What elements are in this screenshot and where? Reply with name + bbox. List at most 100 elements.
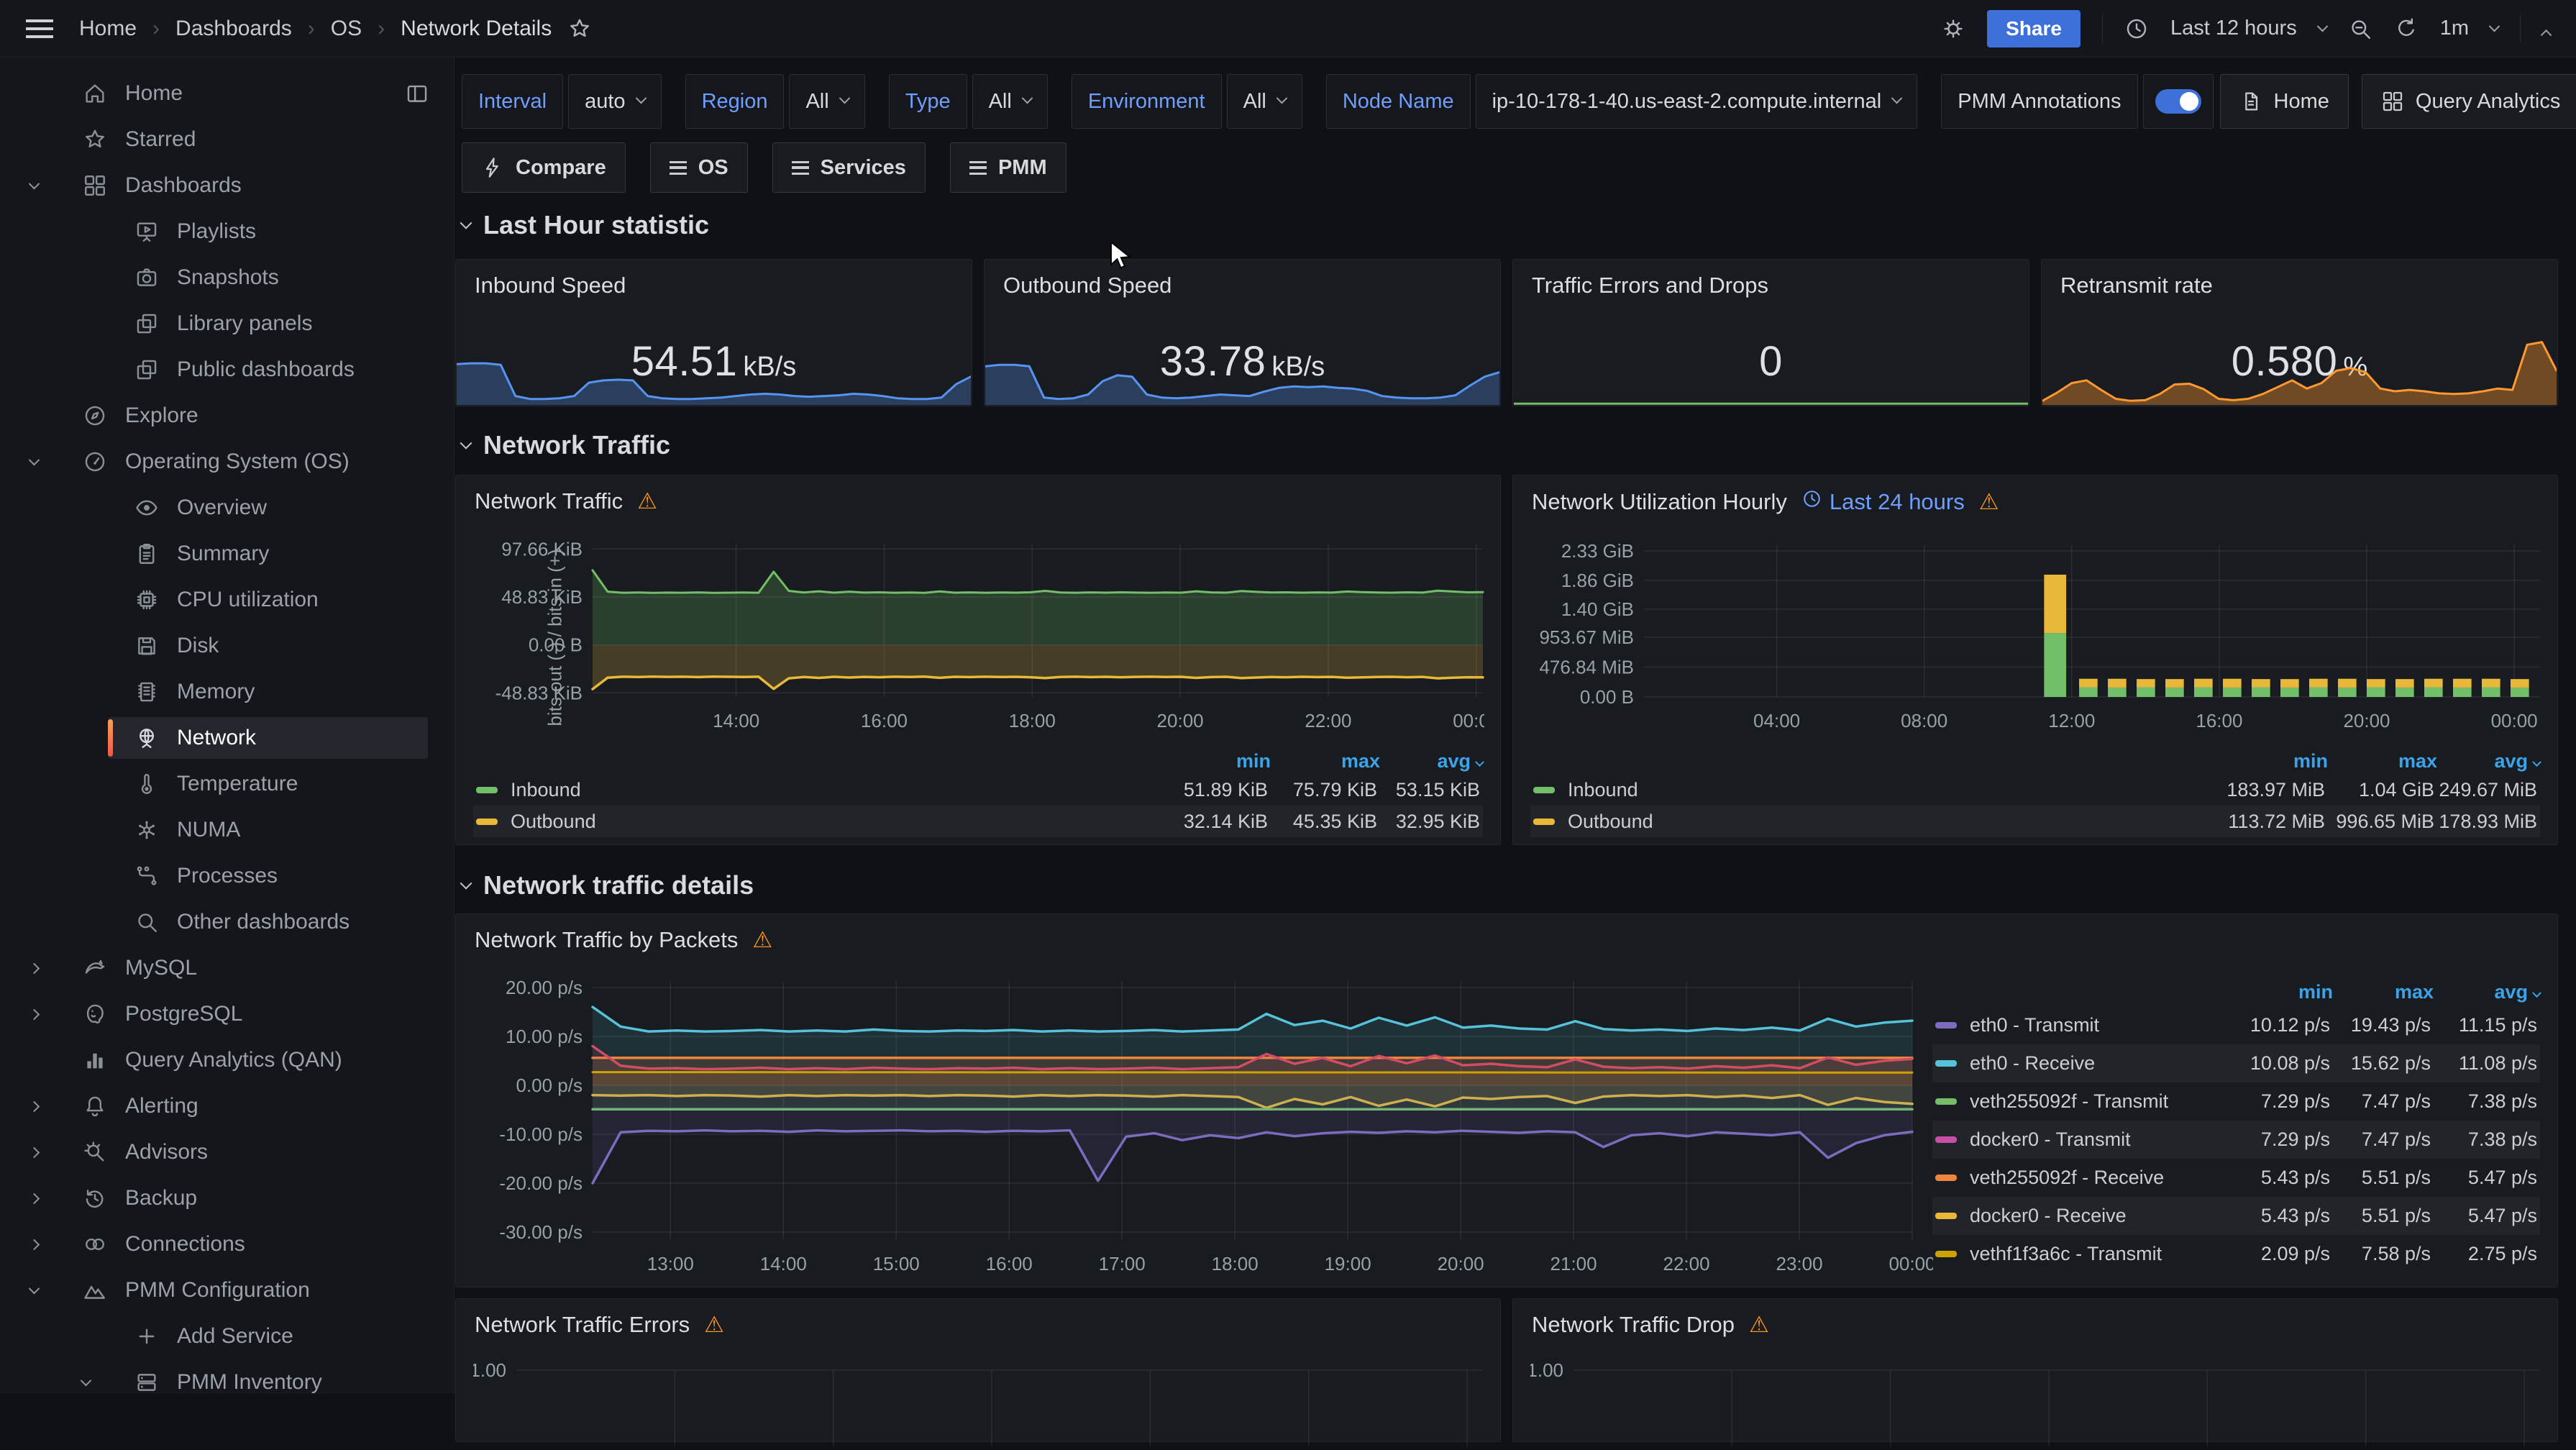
pmm-link-button[interactable]: PMM	[950, 142, 1067, 193]
sidebar-item-add-service[interactable]: Add Service	[0, 1313, 454, 1359]
filter-interval-dropdown[interactable]: auto	[568, 74, 661, 129]
sidebar-item-operating-system-os[interactable]: Operating System (OS)	[0, 439, 454, 485]
sidebar-item-query-analytics-qan[interactable]: Query Analytics (QAN)	[0, 1037, 454, 1083]
sidebar-item-network[interactable]: Network	[0, 715, 454, 761]
warning-icon[interactable]: ⚠	[752, 927, 772, 953]
chevron-down-icon[interactable]	[17, 458, 50, 466]
series-name[interactable]: Inbound	[511, 779, 581, 801]
warning-icon[interactable]: ⚠	[637, 488, 657, 514]
sidebar-item-backup[interactable]: Backup	[0, 1175, 454, 1221]
network-traffic-chart[interactable]: 97.66 KiB48.83 KiB0.00 B-48.83 KiB14:001…	[473, 526, 1484, 734]
legend-row[interactable]: Outbound 32.14 KiB 45.35 KiB 32.95 KiB	[473, 806, 1483, 837]
legend-sort-max[interactable]: max	[2328, 750, 2437, 772]
legend-row[interactable]: docker0 - Transmit 7.29 p/s 7.47 p/s 7.3…	[1932, 1121, 2540, 1159]
sidebar-item-library-panels[interactable]: Library panels	[0, 301, 454, 347]
time-range-chevron-icon[interactable]	[2316, 21, 2328, 32]
series-name[interactable]: eth0 - Transmit	[1970, 1014, 2099, 1036]
share-button[interactable]: Share	[1987, 10, 2081, 47]
legend-row[interactable]: Outbound 113.72 MiB 996.65 MiB 178.93 Mi…	[1530, 806, 2540, 837]
section-network-traffic[interactable]: Network Traffic	[462, 430, 670, 460]
drop-chart[interactable]: 1.00	[1530, 1360, 2541, 1446]
zoom-out-icon[interactable]	[2348, 17, 2372, 41]
legend-row[interactable]: Inbound 183.97 MiB 1.04 GiB 249.67 MiB	[1530, 774, 2540, 806]
sidebar-item-cpu-utilization[interactable]: CPU utilization	[0, 577, 454, 623]
legend-sort-avg[interactable]: avg	[2434, 981, 2540, 1003]
sidebar-item-playlists[interactable]: Playlists	[0, 209, 454, 255]
chevron-right-icon[interactable]	[17, 1195, 50, 1203]
panel-traffic-errors-drops[interactable]: Traffic Errors and Drops 0	[1512, 259, 2029, 406]
dashboard-settings-gear-icon[interactable]	[1941, 17, 1965, 41]
sidebar-item-home[interactable]: Home	[0, 70, 454, 117]
panel-inbound-speed[interactable]: Inbound Speed 54.51kB/s	[455, 259, 972, 406]
chevron-down-icon[interactable]	[69, 1379, 102, 1387]
sidebar-item-mysql[interactable]: MySQL	[0, 945, 454, 991]
sidebar-item-memory[interactable]: Memory	[0, 669, 454, 715]
compare-button[interactable]: Compare	[462, 142, 626, 193]
sidebar-item-temperature[interactable]: Temperature	[0, 761, 454, 807]
section-network-traffic-details[interactable]: Network traffic details	[462, 870, 754, 900]
refresh-icon[interactable]	[2394, 17, 2419, 41]
panel-network-traffic-errors[interactable]: Network Traffic Errors ⚠ 1.00	[455, 1298, 1501, 1442]
panel-outbound-speed[interactable]: Outbound Speed 33.78kB/s	[984, 259, 1501, 406]
legend-row[interactable]: Inbound 51.89 KiB 75.79 KiB 53.15 KiB	[473, 774, 1483, 806]
sidebar-item-explore[interactable]: Explore	[0, 393, 454, 439]
series-name[interactable]: Outbound	[1568, 811, 1653, 833]
time-range-clock-icon[interactable]	[2124, 17, 2149, 41]
legend-row[interactable]: docker0 - Receive 5.43 p/s 5.51 p/s 5.47…	[1932, 1197, 2540, 1235]
warning-icon[interactable]: ⚠	[704, 1312, 724, 1338]
sidebar-item-postgresql[interactable]: PostgreSQL	[0, 991, 454, 1037]
sidebar-item-overview[interactable]: Overview	[0, 485, 454, 531]
legend-row[interactable]: veth255092f - Receive 5.43 p/s 5.51 p/s …	[1932, 1159, 2540, 1197]
legend-sort-max[interactable]: max	[1271, 750, 1380, 772]
menu-toggle-icon[interactable]	[26, 19, 53, 38]
panel-network-traffic-drop[interactable]: Network Traffic Drop ⚠ 1.00	[1512, 1298, 2558, 1442]
sidebar-item-processes[interactable]: Processes	[0, 853, 454, 899]
sidebar-item-disk[interactable]: Disk	[0, 623, 454, 669]
series-name[interactable]: vethf1f3a6c - Transmit	[1970, 1243, 2162, 1265]
breadcrumb-dashboards[interactable]: Dashboards	[175, 17, 292, 41]
legend-sort-min[interactable]: min	[2211, 981, 2333, 1003]
legend-row[interactable]: veth255092f - Transmit 7.29 p/s 7.47 p/s…	[1932, 1082, 2540, 1121]
pmm-annotations-toggle[interactable]	[2155, 89, 2201, 114]
chevron-right-icon[interactable]	[17, 1149, 50, 1157]
panel-network-traffic-by-packets[interactable]: Network Traffic by Packets ⚠ 20.00 p/s10…	[455, 913, 2558, 1287]
legend-sort-min[interactable]: min	[1163, 750, 1271, 772]
legend-row[interactable]: eth0 - Receive 10.08 p/s 15.62 p/s 11.08…	[1932, 1044, 2540, 1082]
favorite-star-icon[interactable]	[567, 17, 592, 41]
sidebar-item-summary[interactable]: Summary	[0, 531, 454, 577]
services-link-button[interactable]: Services	[772, 142, 926, 193]
filter-region-dropdown[interactable]: All	[789, 74, 864, 129]
sidebar-item-pmm-configuration[interactable]: PMM Configuration	[0, 1267, 454, 1313]
series-name[interactable]: veth255092f - Receive	[1970, 1167, 2164, 1189]
series-name[interactable]: Outbound	[511, 811, 596, 833]
refresh-interval-label[interactable]: 1m	[2440, 17, 2469, 40]
packets-chart[interactable]: 20.00 p/s10.00 p/s0.00 p/s-10.00 p/s-20.…	[473, 975, 1933, 1274]
section-last-hour-statistic[interactable]: Last Hour statistic	[462, 210, 709, 240]
series-name[interactable]: docker0 - Receive	[1970, 1205, 2127, 1227]
legend-row[interactable]: eth0 - Transmit 10.12 p/s 19.43 p/s 11.1…	[1932, 1006, 2540, 1044]
chevron-right-icon[interactable]	[17, 1103, 50, 1111]
query-analytics-button[interactable]: Query Analytics	[2362, 74, 2576, 129]
network-utilization-chart[interactable]: 2.33 GiB1.86 GiB1.40 GiB953.67 MiB476.84…	[1530, 526, 2541, 734]
sidebar-item-starred[interactable]: Starred	[0, 117, 454, 163]
legend-sort-avg[interactable]: avg	[2437, 750, 2540, 772]
time-range-label[interactable]: Last 12 hours	[2170, 17, 2297, 40]
sidebar-item-dashboards[interactable]: Dashboards	[0, 163, 454, 209]
series-name[interactable]: Inbound	[1568, 779, 1638, 801]
legend-row[interactable]: vethf1f3a6c - Transmit 2.09 p/s 7.58 p/s…	[1932, 1235, 2540, 1273]
sidebar-item-other-dashboards[interactable]: Other dashboards	[0, 899, 454, 945]
breadcrumb-os[interactable]: OS	[331, 17, 362, 41]
sidebar-item-alerting[interactable]: Alerting	[0, 1083, 454, 1129]
sidebar-item-snapshots[interactable]: Snapshots	[0, 255, 454, 301]
panel-network-traffic[interactable]: Network Traffic ⚠ bits out (-) / bits in…	[455, 475, 1501, 845]
legend-sort-min[interactable]: min	[2220, 750, 2328, 772]
filter-node-name-dropdown[interactable]: ip-10-178-1-40.us-east-2.compute.interna…	[1476, 74, 1918, 129]
sidebar-item-pmm-inventory[interactable]: PMM Inventory	[0, 1359, 454, 1394]
collapse-topbar-chevron-icon[interactable]	[2541, 29, 2552, 41]
chevron-down-icon[interactable]	[17, 182, 50, 190]
home-button[interactable]: Home	[2220, 74, 2349, 129]
sidebar-item-advisors[interactable]: Advisors	[0, 1129, 454, 1175]
breadcrumb-home[interactable]: Home	[79, 17, 137, 41]
sidebar-item-connections[interactable]: Connections	[0, 1221, 454, 1267]
warning-icon[interactable]: ⚠	[1979, 489, 1999, 515]
